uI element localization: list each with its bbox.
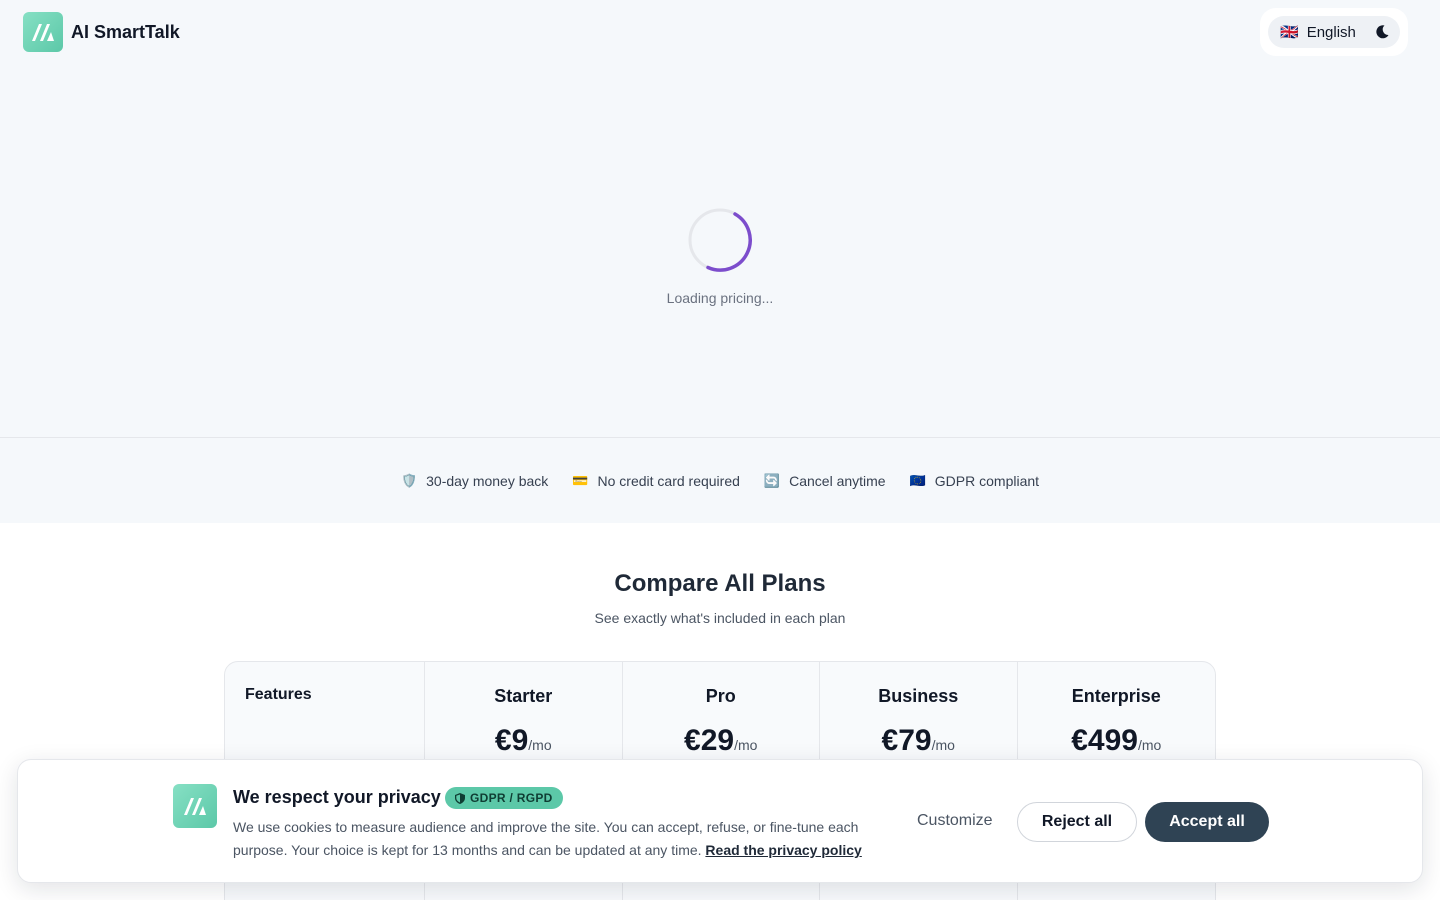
trust-item-gdpr: 🇪🇺 GDPR compliant (910, 473, 1039, 489)
plan-price: €29/mo (623, 724, 820, 758)
gdpr-badge: GDPR / RGPD (445, 787, 563, 809)
eu-flag-icon: 🇪🇺 (909, 472, 926, 488)
trust-item-cancel: 🔄 Cancel anytime (764, 473, 886, 489)
shield-icon: 🛡️ (400, 472, 418, 488)
privacy-policy-link[interactable]: Read the privacy policy (705, 842, 861, 858)
app-logo-icon (173, 784, 217, 828)
price-amount: €9 (494, 724, 529, 757)
features-header: Features (245, 686, 312, 703)
price-amount: €499 (1071, 724, 1138, 757)
loading-text: Loading pricing... (666, 290, 774, 306)
credit-card-icon: 💳 (572, 472, 589, 488)
price-period: /mo (1137, 737, 1162, 753)
shield-icon (455, 792, 465, 804)
trust-label: 30-day money back (426, 472, 549, 489)
header-controls: 🇬🇧 English (1260, 8, 1408, 56)
price-period: /mo (931, 737, 955, 753)
top-header: AI SmartTalk 🇬🇧 English (0, 0, 1440, 64)
language-label: English (1306, 23, 1356, 41)
price-period: /mo (528, 737, 552, 753)
moon-icon[interactable] (1374, 24, 1390, 40)
cookie-banner: We respect your privacy GDPR / RGPD We u… (17, 759, 1423, 883)
uk-flag-icon: 🇬🇧 (1280, 24, 1299, 41)
loading-spinner-icon (688, 208, 752, 272)
accept-all-button[interactable]: Accept all (1145, 802, 1269, 842)
plan-name: Pro (705, 686, 736, 706)
plan-name: Enterprise (1071, 686, 1161, 706)
brand-name: AI SmartTalk (71, 21, 180, 42)
app-logo-icon (23, 12, 63, 52)
refresh-icon: 🔄 (763, 472, 781, 488)
reject-all-button[interactable]: Reject all (1017, 802, 1137, 842)
plan-name: Business (878, 686, 959, 706)
brand[interactable]: AI SmartTalk (23, 12, 180, 52)
plan-price: €499/mo (1018, 724, 1216, 758)
customize-button[interactable]: Customize (917, 812, 993, 830)
pricing-loading-area: Loading pricing... (0, 64, 1440, 437)
trust-bar: 🛡️ 30-day money back 💳 No credit card re… (0, 437, 1440, 523)
compare-title: Compare All Plans (614, 570, 826, 597)
trust-item-money-back: 🛡️ 30-day money back (401, 473, 548, 489)
price-amount: €79 (881, 724, 932, 757)
trust-label: GDPR compliant (934, 472, 1040, 489)
gdpr-badge-label: GDPR / RGPD (470, 791, 553, 805)
plan-name: Starter (494, 686, 553, 706)
language-selector[interactable]: 🇬🇧 English (1268, 16, 1400, 48)
price-amount: €29 (684, 724, 735, 757)
plan-price: €9/mo (425, 724, 622, 758)
cookie-title: We respect your privacy (233, 787, 441, 807)
plan-price: €79/mo (820, 724, 1017, 758)
price-period: /mo (734, 737, 758, 753)
cookie-text: We use cookies to measure audience and i… (233, 816, 883, 862)
compare-subtitle: See exactly what's included in each plan (594, 610, 846, 626)
trust-item-no-card: 💳 No credit card required (572, 473, 740, 489)
trust-label: Cancel anytime (789, 472, 886, 489)
trust-label: No credit card required (597, 472, 740, 489)
